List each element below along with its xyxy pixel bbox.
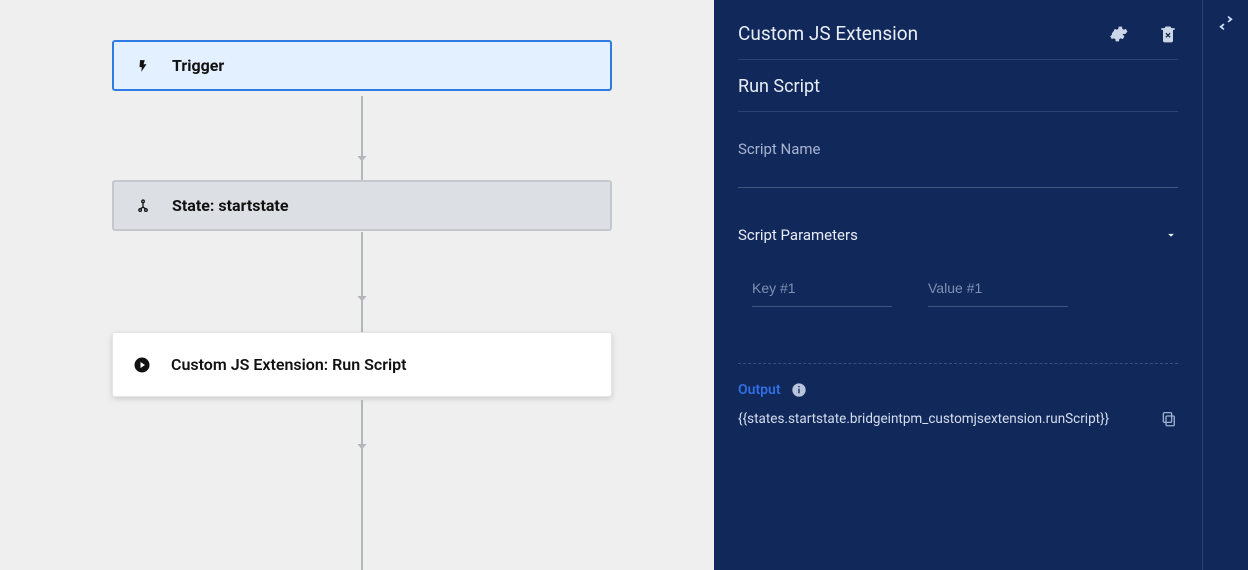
panel-title: Custom JS Extension — [738, 22, 1078, 45]
script-name-input[interactable] — [738, 162, 1178, 188]
flow-node-label: State: startstate — [172, 196, 288, 215]
tree-icon — [132, 198, 154, 214]
copy-icon[interactable] — [1160, 410, 1178, 428]
bolt-icon — [132, 58, 154, 74]
swap-icon[interactable] — [1217, 14, 1235, 32]
param-row — [738, 276, 1178, 307]
flow-connector — [360, 232, 364, 332]
info-icon[interactable] — [791, 382, 807, 398]
script-name-section: Script Name — [738, 140, 1178, 188]
flow-connector — [360, 96, 364, 180]
flow-node-action[interactable]: Custom JS Extension: Run Script — [112, 332, 612, 397]
script-params-section: Script Parameters — [738, 216, 1178, 307]
param-key-input[interactable] — [752, 276, 892, 300]
flow-node-trigger[interactable]: Trigger — [112, 40, 612, 91]
config-panel: Custom JS Extension Run Script Script Na… — [714, 0, 1202, 570]
gear-icon[interactable] — [1108, 24, 1128, 44]
flow-canvas[interactable]: Trigger State: startstate Custom JS Exte… — [0, 0, 714, 570]
script-name-label: Script Name — [738, 140, 1178, 158]
script-params-toggle[interactable]: Script Parameters — [738, 216, 1178, 248]
flow-connector — [360, 400, 364, 570]
script-params-label: Script Parameters — [738, 226, 858, 244]
flow-node-state[interactable]: State: startstate — [112, 180, 612, 231]
output-label: Output — [738, 382, 781, 398]
panel-subtitle: Run Script — [738, 60, 1178, 112]
delete-icon[interactable] — [1158, 24, 1178, 44]
panel-header: Custom JS Extension — [738, 22, 1178, 60]
param-value-input[interactable] — [928, 276, 1068, 300]
output-section: Output {{states.startstate.bridgeintpm_c… — [738, 363, 1178, 428]
flow-node-label: Custom JS Extension: Run Script — [171, 355, 407, 374]
right-rail — [1202, 0, 1248, 570]
output-expression: {{states.startstate.bridgeintpm_customjs… — [738, 411, 1160, 427]
play-icon — [131, 356, 153, 374]
chevron-down-icon — [1164, 228, 1178, 242]
flow-node-label: Trigger — [172, 56, 224, 75]
